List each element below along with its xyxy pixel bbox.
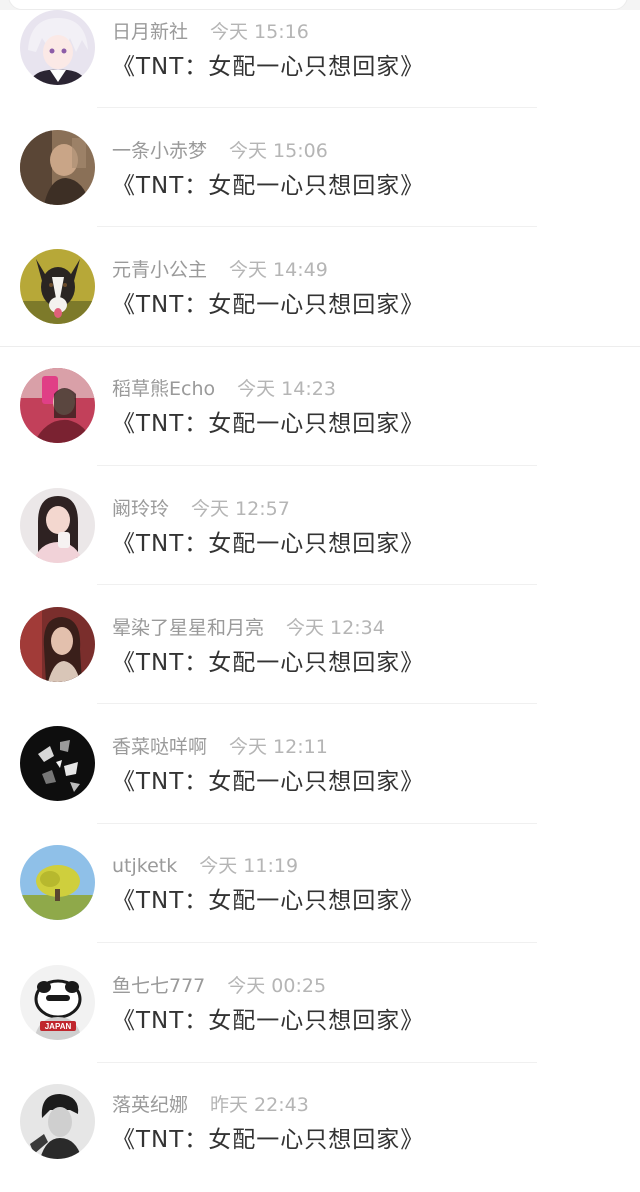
row-divider [97,226,537,227]
row-divider [97,703,537,704]
username[interactable]: 一条小赤梦 [112,140,207,162]
comment-meta: 落英纪娜 昨天 22:43 [112,1093,309,1117]
timestamp: 今天 14:23 [237,378,336,400]
username[interactable]: 日月新社 [112,21,188,43]
tree-avatar-icon[interactable] [20,845,95,920]
comment-row[interactable]: 香菜哒咩啊 今天 12:11 《TNT：女配一心只想回家》 [0,715,640,834]
timestamp: 今天 12:34 [286,617,385,639]
comment-text[interactable]: 《TNT：女配一心只想回家》 [112,171,424,201]
username[interactable]: 晕染了星星和月亮 [112,617,264,639]
timestamp: 今天 15:06 [229,140,328,162]
comment-row[interactable]: 一条小赤梦 今天 15:06 《TNT：女配一心只想回家》 [0,119,640,238]
username[interactable]: utjketk [112,855,177,877]
comment-text[interactable]: 《TNT：女配一心只想回家》 [112,1006,424,1036]
avatar-japan-text: JAPAN [45,1022,72,1031]
comment-row[interactable]: 日月新社 今天 15:16 《TNT：女配一心只想回家》 [0,0,640,119]
timestamp: 今天 12:11 [229,736,328,758]
username[interactable]: 香菜哒咩啊 [112,736,207,758]
comment-meta: 一条小赤梦 今天 15:06 [112,139,328,163]
comment-meta: utjketk 今天 11:19 [112,854,298,878]
timestamp: 今天 11:19 [199,855,299,877]
timestamp: 今天 12:57 [191,498,290,520]
comment-row[interactable]: 阚玲玲 今天 12:57 《TNT：女配一心只想回家》 [0,477,640,596]
username[interactable]: 鱼七七777 [112,975,205,997]
row-divider [97,107,537,108]
comment-row[interactable]: utjketk 今天 11:19 《TNT：女配一心只想回家》 [0,834,640,953]
comment-text[interactable]: 《TNT：女配一心只想回家》 [112,290,424,320]
selfie-avatar-icon[interactable] [20,368,95,443]
timestamp: 今天 00:25 [227,975,327,997]
comment-row[interactable]: 元青小公主 今天 14:49 《TNT：女配一心只想回家》 [0,238,640,357]
comment-text[interactable]: 《TNT：女配一心只想回家》 [112,529,424,559]
comment-meta: 日月新社 今天 15:16 [112,20,309,44]
row-divider [97,584,537,585]
comment-meta: 元青小公主 今天 14:49 [112,258,328,282]
comment-text[interactable]: 《TNT：女配一心只想回家》 [112,1125,424,1155]
comment-text[interactable]: 《TNT：女配一心只想回家》 [112,409,424,439]
comment-row[interactable]: 落英纪娜 昨天 22:43 《TNT：女配一心只想回家》 [0,1073,640,1192]
anime-avatar-icon[interactable] [20,10,95,85]
comment-text[interactable]: 《TNT：女配一心只想回家》 [112,52,424,82]
bw-portrait-avatar-icon[interactable] [20,1084,95,1159]
comment-meta: 阚玲玲 今天 12:57 [112,497,290,521]
username[interactable]: 阚玲玲 [112,498,169,520]
comment-row[interactable]: 晕染了星星和月亮 今天 12:34 《TNT：女配一心只想回家》 [0,596,640,715]
comment-text[interactable]: 《TNT：女配一心只想回家》 [112,648,424,678]
comment-meta: 鱼七七777 今天 00:25 [112,974,326,998]
timestamp: 今天 15:16 [210,21,309,43]
dark-avatar-icon[interactable] [20,726,95,801]
comment-meta: 稻草熊Echo 今天 14:23 [112,377,336,401]
comment-meta: 晕染了星星和月亮 今天 12:34 [112,616,385,640]
japan-character-avatar-icon[interactable]: JAPAN [20,965,95,1040]
comment-meta: 香菜哒咩啊 今天 12:11 [112,735,328,759]
girl-avatar-icon[interactable] [20,488,95,563]
portrait-avatar-icon[interactable] [20,607,95,682]
comment-text[interactable]: 《TNT：女配一心只想回家》 [112,886,424,916]
row-divider [97,465,537,466]
comment-row[interactable]: 稻草熊Echo 今天 14:23 《TNT：女配一心只想回家》 [0,357,640,476]
section-divider [0,346,640,347]
row-divider [97,823,537,824]
row-divider [97,942,537,943]
person-avatar-icon[interactable] [20,130,95,205]
timestamp: 今天 14:49 [229,259,328,281]
comment-text[interactable]: 《TNT：女配一心只想回家》 [112,767,424,797]
timestamp: 昨天 22:43 [210,1094,309,1116]
row-divider [97,1062,537,1063]
comment-row[interactable]: JAPAN 鱼七七777 今天 00:25 《TNT：女配一心只想回家》 [0,954,640,1073]
username[interactable]: 稻草熊Echo [112,378,215,400]
username[interactable]: 落英纪娜 [112,1094,188,1116]
username[interactable]: 元青小公主 [112,259,207,281]
dog-avatar-icon[interactable] [20,249,95,324]
